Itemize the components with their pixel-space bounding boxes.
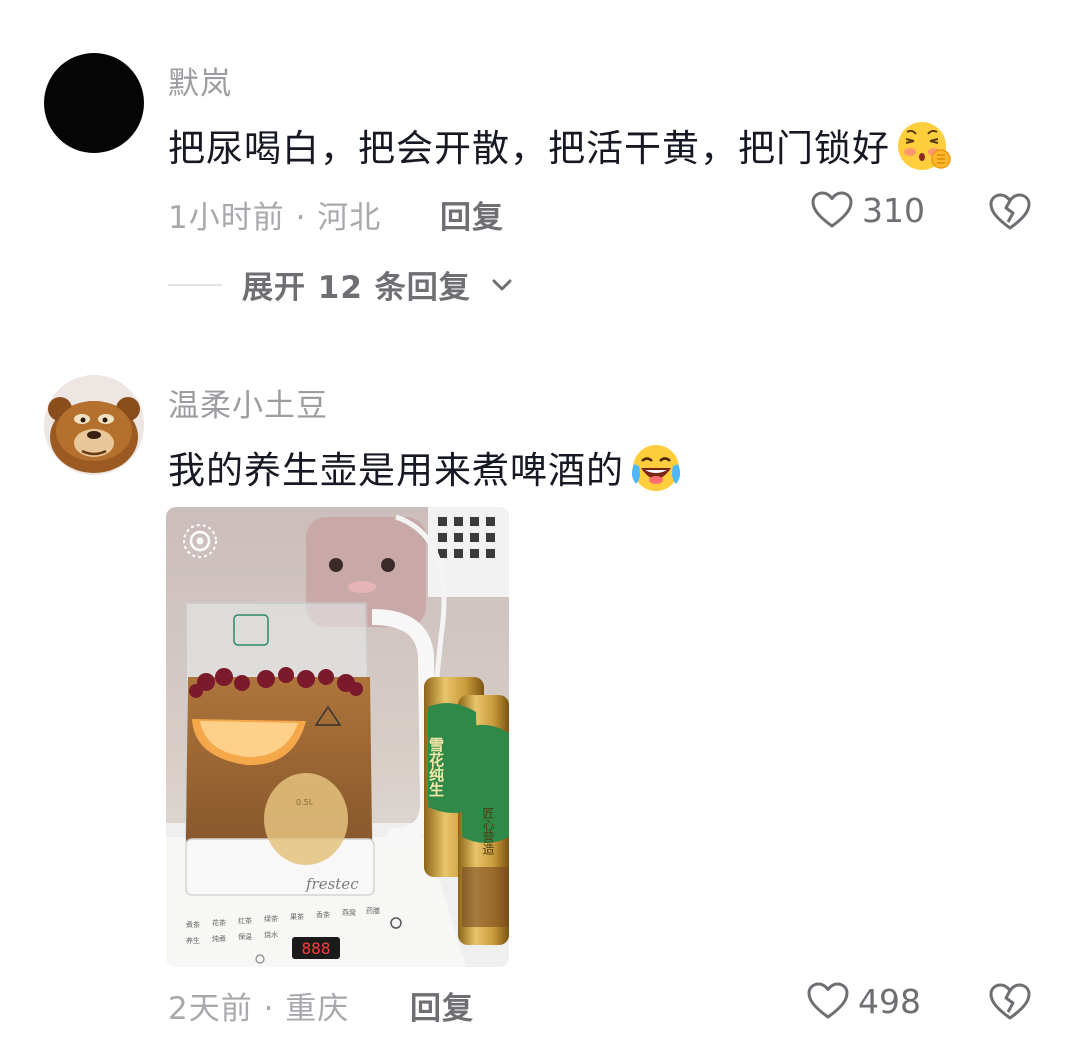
svg-text:煮茶: 煮茶 bbox=[186, 920, 200, 929]
zipper-mouth-blushing-emoji-icon bbox=[894, 119, 952, 182]
heart-icon bbox=[811, 191, 853, 228]
comment-text: 把尿喝白，把会开散，把活干黄，把门锁好 bbox=[168, 118, 952, 182]
heart-icon bbox=[807, 982, 849, 1019]
can-label-text: 匠心营造 bbox=[481, 807, 495, 855]
svg-text:药膳: 药膳 bbox=[366, 906, 380, 915]
comment-photo[interactable]: 888 煮茶 花茶 红茶 绿茶 果茶 香茶 燕窝 药膳 养生 炖煮 保温 烧水 frestec bbox=[166, 507, 509, 967]
like-count: 310 bbox=[862, 190, 925, 230]
svg-text:0.5L: 0.5L bbox=[296, 798, 314, 807]
dislike-button[interactable] bbox=[988, 192, 1032, 232]
kettle-brand-text: frestec bbox=[305, 875, 359, 893]
svg-text:花茶: 花茶 bbox=[212, 918, 226, 927]
svg-text:烧水: 烧水 bbox=[264, 930, 278, 939]
avatar[interactable] bbox=[44, 375, 144, 475]
svg-text:燕窝: 燕窝 bbox=[342, 908, 356, 917]
expand-replies-button[interactable]: 展开 12 条回复 bbox=[168, 262, 513, 307]
reply-button[interactable]: 回复 bbox=[440, 192, 504, 237]
svg-text:红茶: 红茶 bbox=[238, 916, 252, 925]
like-button[interactable]: 310 bbox=[810, 190, 925, 230]
svg-text:香茶: 香茶 bbox=[316, 910, 330, 919]
comment-time-location: 1小时前 · 河北 bbox=[168, 200, 382, 236]
comment-text: 我的养生壶是用来煮啤酒的 bbox=[168, 440, 684, 503]
comment-text-content: 把尿喝白，把会开散，把活干黄，把门锁好 bbox=[168, 127, 890, 170]
broken-heart-icon bbox=[989, 983, 1031, 1020]
broken-heart-icon bbox=[989, 193, 1031, 230]
like-count: 498 bbox=[858, 981, 921, 1021]
comment-item: 默岚 把尿喝白，把会开散，把活干黄，把门锁好 1小时前 · 河北 回复 310 bbox=[0, 0, 1080, 320]
reply-button[interactable]: 回复 bbox=[410, 983, 474, 1028]
avatar[interactable] bbox=[44, 53, 144, 153]
svg-text:果茶: 果茶 bbox=[290, 912, 304, 921]
expand-replies-label: 展开 12 条回复 bbox=[242, 270, 471, 306]
kettle-beer-photo: 888 煮茶 花茶 红茶 绿茶 果茶 香茶 燕窝 药膳 养生 炖煮 保温 烧水 frestec bbox=[166, 507, 509, 967]
svg-text:绿茶: 绿茶 bbox=[264, 914, 278, 923]
can-label-text: 雪花纯生 bbox=[427, 737, 445, 797]
comment-text-content: 我的养生壶是用来煮啤酒的 bbox=[168, 449, 624, 492]
divider bbox=[168, 283, 222, 286]
kettle-display-text: 888 bbox=[302, 939, 331, 958]
svg-text:养生: 养生 bbox=[186, 936, 200, 945]
svg-text:炖煮: 炖煮 bbox=[212, 934, 226, 943]
comment-time-location: 2天前 · 重庆 bbox=[168, 991, 350, 1027]
svg-text:保温: 保温 bbox=[238, 932, 252, 941]
chevron-down-icon bbox=[492, 279, 512, 290]
comment-username[interactable]: 默岚 bbox=[168, 58, 232, 103]
dislike-button[interactable] bbox=[988, 982, 1032, 1022]
comment-username[interactable]: 温柔小土豆 bbox=[168, 380, 328, 425]
like-button[interactable]: 498 bbox=[806, 981, 921, 1021]
crying-laughing-emoji-icon bbox=[628, 442, 684, 503]
